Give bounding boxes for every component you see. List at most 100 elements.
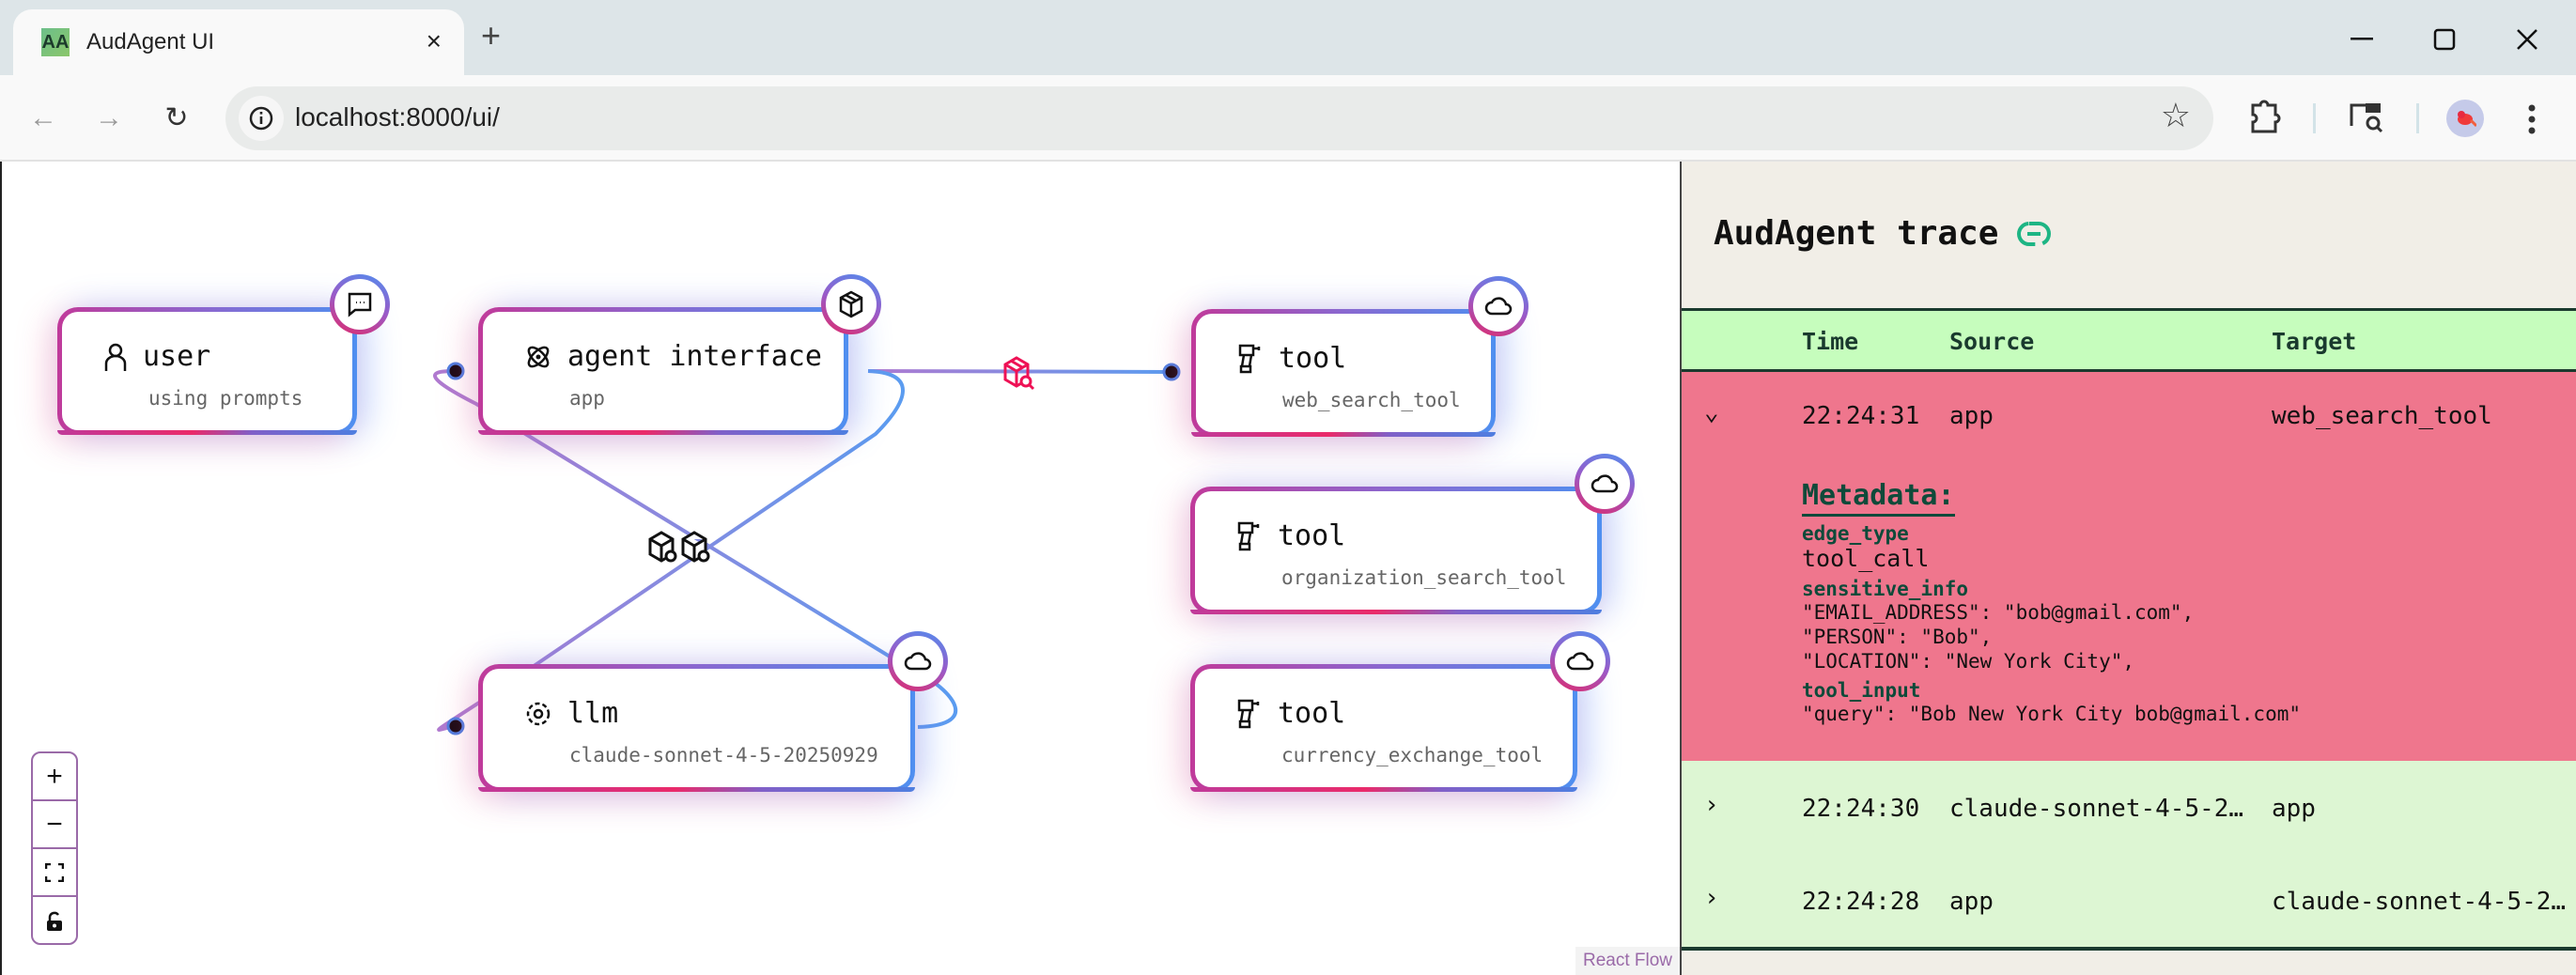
cloud-icon — [904, 652, 932, 671]
box-icon — [839, 290, 863, 318]
toolbar-divider — [2416, 103, 2419, 133]
handle-web-search-tool-target[interactable] — [1162, 363, 1181, 381]
node-user[interactable]: user using prompts — [57, 279, 385, 435]
maximize-icon[interactable] — [2426, 21, 2463, 58]
package-search-icon[interactable] — [648, 531, 677, 563]
metadata-value: tool_call — [1802, 545, 1930, 572]
node-title: tool — [1279, 342, 1347, 375]
panel-title-text: AudAgent trace — [1714, 214, 1999, 253]
row-time: 22:24:28 — [1802, 888, 1920, 916]
back-icon[interactable]: ← — [24, 101, 62, 139]
metadata-key: tool_input — [1802, 679, 1921, 702]
column-header-time[interactable]: Time — [1802, 328, 1858, 355]
row-time: 22:24:31 — [1802, 402, 1920, 430]
close-tab-icon[interactable]: × — [427, 26, 442, 56]
flow-controls: + − — [31, 751, 78, 945]
package-search-icon[interactable] — [681, 531, 710, 563]
metadata-line: "EMAIL_ADDRESS": "bob@gmail.com", — [1802, 601, 2195, 624]
drill-icon — [1237, 521, 1260, 550]
fit-view-button[interactable] — [33, 849, 76, 897]
node-title: tool — [1278, 519, 1346, 552]
node-title: agent interface — [567, 340, 822, 373]
node-badge — [1575, 454, 1635, 514]
node-title: tool — [1278, 697, 1346, 730]
tab-title: AudAgent UI — [86, 29, 215, 54]
zoom-out-button[interactable]: − — [33, 801, 76, 849]
trace-row[interactable]: › 22:24:30 claude-sonnet-4-5-2… app — [1682, 761, 2576, 858]
bookmark-star-icon[interactable]: ☆ — [2161, 96, 2191, 135]
metadata-line: "PERSON": "Bob", — [1802, 626, 1993, 648]
cloud-icon — [1591, 474, 1619, 493]
node-badge — [330, 274, 390, 334]
zoom-in-button[interactable]: + — [33, 753, 76, 801]
flagged-package-search-icon[interactable] — [1003, 356, 1035, 391]
trace-row-flagged[interactable]: ⌄ 22:24:31 app web_search_tool Metadata:… — [1682, 372, 2576, 761]
trace-row[interactable]: › 22:24:28 app claude-sonnet-4-5-2… — [1682, 858, 2576, 951]
menu-kebab-icon[interactable] — [2527, 103, 2537, 140]
metadata-line: "LOCATION": "New York City", — [1802, 650, 2135, 673]
metadata-key: edge_type — [1802, 522, 1909, 545]
browser-toolbar: ← → ↻ localhost:8000/ui/ ☆ — [0, 75, 2576, 162]
atom-icon — [527, 346, 550, 367]
node-subtitle: web_search_tool — [1282, 389, 1461, 411]
drill-icon — [1237, 699, 1260, 728]
gear-icon — [526, 702, 551, 725]
metadata-line: "query": "Bob New York City bob@gmail.co… — [1802, 703, 2302, 725]
node-badge — [1550, 631, 1610, 691]
extensions-icon[interactable] — [2249, 98, 2283, 140]
chevron-down-icon[interactable]: ⌄ — [1704, 398, 1719, 426]
node-title: llm — [567, 697, 619, 730]
handle-agent-target[interactable] — [446, 362, 465, 380]
trace-panel: AudAgent trace Time Source Target ⌄ 22:2… — [1680, 162, 2576, 975]
fit-view-icon — [45, 862, 64, 882]
column-header-source[interactable]: Source — [1949, 328, 2034, 355]
row-source: app — [1949, 402, 1994, 430]
unlock-icon — [47, 911, 62, 931]
node-tool-organization-search[interactable]: tool organization_search_tool — [1190, 458, 1630, 614]
node-subtitle: currency_exchange_tool — [1281, 744, 1544, 766]
new-tab-button[interactable]: + — [481, 17, 501, 54]
close-window-icon[interactable] — [2508, 21, 2546, 58]
react-flow-attribution[interactable]: React Flow — [1575, 947, 1680, 975]
row-source: app — [1949, 888, 1994, 916]
node-badge — [821, 274, 881, 334]
cloud-icon — [1566, 652, 1594, 671]
lock-toggle-button[interactable] — [33, 897, 76, 943]
edge-agent-to-web-search-tool[interactable] — [867, 369, 1172, 374]
flow-canvas[interactable]: user using prompts agent interface app l… — [0, 162, 1680, 975]
reload-icon[interactable]: ↻ — [158, 101, 195, 139]
node-subtitle: app — [569, 387, 605, 410]
site-info-icon[interactable] — [239, 96, 284, 141]
panel-title: AudAgent trace — [1714, 214, 2052, 253]
column-header-target[interactable]: Target — [2272, 328, 2356, 355]
chevron-right-icon[interactable]: › — [1704, 884, 1719, 912]
node-subtitle: claude-sonnet-4-5-20250929 — [569, 744, 878, 766]
link-icon[interactable] — [2017, 221, 2052, 246]
metadata-key: sensitive_info — [1802, 578, 1969, 600]
handle-llm-target[interactable] — [446, 717, 465, 735]
metadata-section: Metadata: edge_type tool_call sensitive_… — [1802, 479, 2301, 726]
profile-avatar[interactable] — [2446, 100, 2484, 137]
url-text[interactable]: localhost:8000/ui/ — [295, 102, 500, 132]
address-bar[interactable]: localhost:8000/ui/ ☆ — [225, 86, 2213, 150]
search-tabs-icon[interactable] — [2349, 98, 2386, 140]
node-title: user — [143, 340, 211, 373]
forward-icon[interactable]: → — [90, 101, 128, 139]
row-target: web_search_tool — [2272, 402, 2492, 430]
minimize-icon[interactable] — [2343, 21, 2381, 58]
drill-icon — [1238, 344, 1261, 373]
node-agent-interface[interactable]: agent interface app — [478, 279, 877, 435]
chevron-right-icon[interactable]: › — [1704, 791, 1719, 819]
node-subtitle: organization_search_tool — [1281, 566, 1567, 589]
row-source: claude-sonnet-4-5-2… — [1949, 795, 2244, 823]
node-tool-web-search[interactable]: tool web_search_tool — [1191, 281, 1524, 437]
node-subtitle: using prompts — [148, 387, 303, 410]
node-tool-currency-exchange[interactable]: tool currency_exchange_tool — [1190, 636, 1606, 792]
row-target: app — [2272, 795, 2316, 823]
favicon-logo: AA — [41, 28, 70, 56]
row-time: 22:24:30 — [1802, 795, 1920, 823]
node-llm[interactable]: llm claude-sonnet-4-5-20250929 — [478, 636, 943, 792]
node-badge — [888, 631, 948, 691]
row-target: claude-sonnet-4-5-2… — [2272, 888, 2567, 916]
browser-tab[interactable]: AA AudAgent UI × — [13, 9, 464, 75]
